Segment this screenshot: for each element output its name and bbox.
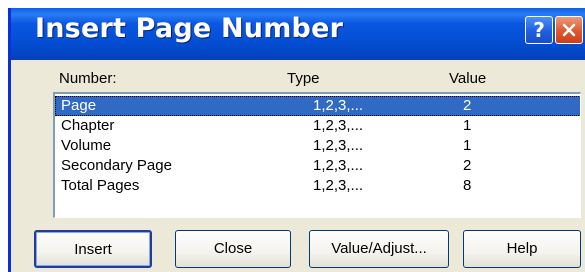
help-button[interactable]: Help <box>463 230 581 268</box>
column-header-type: Type <box>287 70 320 87</box>
item-type: 1,2,3,... <box>313 157 364 174</box>
list-item[interactable]: Chapter 1,2,3,... 1 <box>55 116 580 136</box>
list-item[interactable]: Volume 1,2,3,... 1 <box>55 136 580 156</box>
insert-page-number-dialog: Insert Page Number ? Number: Type Value … <box>8 8 585 272</box>
item-value: 1 <box>463 137 472 154</box>
item-value: 2 <box>463 97 472 114</box>
list-item[interactable]: Page 1,2,3,... 2 <box>55 96 580 116</box>
list-item[interactable]: Total Pages 1,2,3,... 8 <box>55 176 580 196</box>
item-name: Page <box>61 97 97 114</box>
value-adjust-button[interactable]: Value/Adjust... <box>309 230 449 268</box>
list-item[interactable]: Secondary Page 1,2,3,... 2 <box>55 156 580 176</box>
item-name: Secondary Page <box>61 157 172 174</box>
title-bar[interactable]: Insert Page Number ? <box>11 8 585 60</box>
number-header-label: Number: <box>59 70 117 87</box>
question-mark-icon: ? <box>533 18 545 42</box>
item-type: 1,2,3,... <box>313 137 364 154</box>
item-type: 1,2,3,... <box>313 117 364 134</box>
column-header-value: Value <box>449 70 487 87</box>
item-name: Chapter <box>61 117 115 134</box>
column-header-number: Number: <box>59 70 117 87</box>
close-x-icon <box>562 23 576 37</box>
item-type: 1,2,3,... <box>313 177 364 194</box>
item-type: 1,2,3,... <box>313 97 364 114</box>
item-value: 1 <box>463 117 472 134</box>
item-name: Volume <box>61 137 112 154</box>
help-title-button[interactable]: ? <box>525 16 553 44</box>
insert-button[interactable]: Insert <box>34 230 152 268</box>
item-value: 8 <box>463 177 472 194</box>
dialog-title: Insert Page Number <box>35 13 344 44</box>
page-number-list[interactable]: Page 1,2,3,... 2 Chapter 1,2,3,... 1 Volume 1,2… <box>53 92 581 218</box>
item-value: 2 <box>463 157 472 174</box>
item-name: Total Pages <box>61 177 140 194</box>
close-title-button[interactable] <box>555 16 583 44</box>
close-button[interactable]: Close <box>175 230 291 268</box>
